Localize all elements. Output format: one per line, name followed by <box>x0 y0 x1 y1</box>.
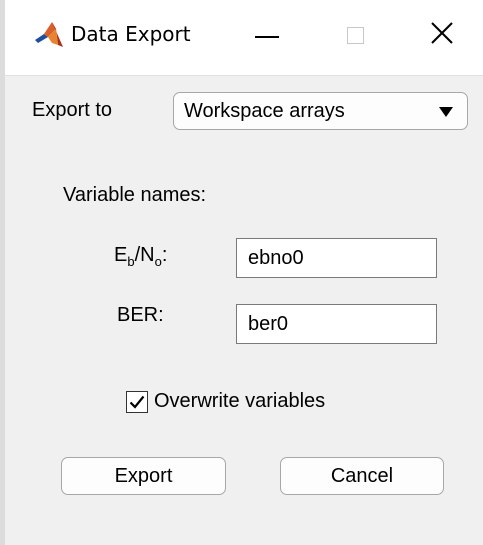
close-button[interactable] <box>403 0 481 70</box>
ber-label: BER: <box>117 304 164 326</box>
dropdown-arrow-icon <box>439 107 453 117</box>
overwrite-variables-checkbox[interactable] <box>126 390 148 413</box>
dialog-content: Export to Workspace arrays Variable name… <box>5 75 483 545</box>
window-title: Data Export <box>71 22 191 46</box>
ber-variable-field[interactable] <box>236 304 437 344</box>
matlab-logo-icon <box>35 21 63 51</box>
maximize-button[interactable] <box>316 0 394 70</box>
cancel-button[interactable]: Cancel <box>280 457 444 495</box>
data-export-dialog: Data Export Export to Workspace arrays V… <box>0 0 483 545</box>
checkmark-icon <box>129 395 145 409</box>
title-bar[interactable]: Data Export <box>5 0 483 75</box>
export-button[interactable]: Export <box>61 457 226 495</box>
minimize-button[interactable] <box>228 0 306 70</box>
overwrite-variables-checkbox-row[interactable]: Overwrite variables <box>126 390 325 413</box>
export-to-label: Export to <box>32 99 113 121</box>
ebno-variable-field[interactable] <box>236 238 437 278</box>
overwrite-variables-label: Overwrite variables <box>154 390 326 412</box>
export-to-dropdown[interactable]: Workspace arrays <box>173 92 468 130</box>
ebno-label: Eb/No: <box>114 244 168 269</box>
export-to-selected-value: Workspace arrays <box>184 100 345 122</box>
maximize-icon <box>346 26 364 44</box>
close-icon <box>430 21 454 50</box>
variable-names-heading: Variable names: <box>63 184 207 206</box>
minimize-icon <box>255 36 279 38</box>
